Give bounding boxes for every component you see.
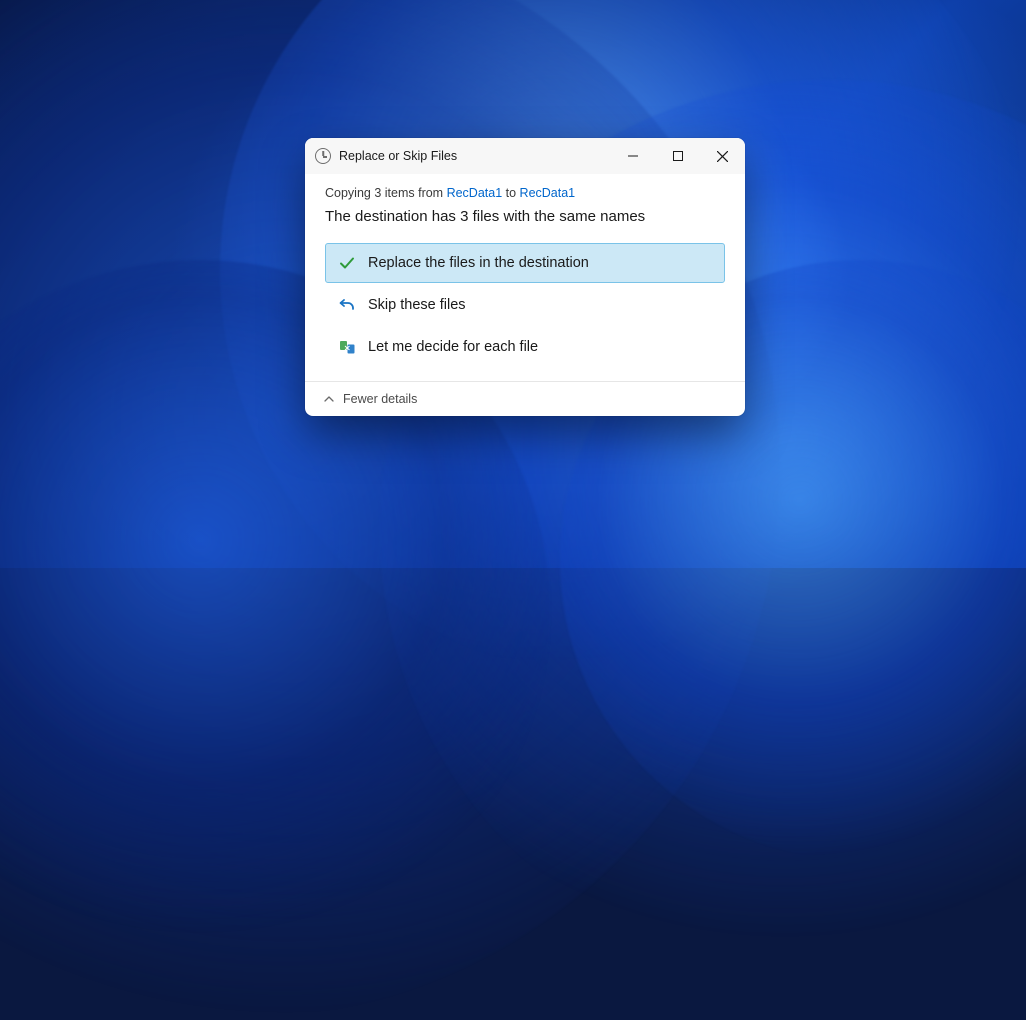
copying-status: Copying 3 items from RecData1 to RecData…	[325, 186, 725, 200]
conflict-headline: The destination has 3 files with the sam…	[325, 208, 725, 225]
copying-mid: to	[502, 186, 519, 200]
replace-label: Replace the files in the destination	[368, 255, 589, 271]
window-controls	[610, 138, 745, 174]
dialog-footer[interactable]: Fewer details	[305, 381, 745, 416]
checkmark-icon	[338, 254, 356, 272]
compare-files-icon	[338, 338, 356, 356]
replace-option[interactable]: Replace the files in the destination	[325, 243, 725, 283]
decide-option[interactable]: Let me decide for each file	[325, 327, 725, 367]
replace-or-skip-dialog: Replace or Skip Files Copying 3 items fr…	[305, 138, 745, 416]
destination-link[interactable]: RecData1	[520, 186, 576, 200]
source-link[interactable]: RecData1	[447, 186, 503, 200]
skip-label: Skip these files	[368, 297, 466, 313]
dialog-title: Replace or Skip Files	[339, 149, 610, 163]
close-button[interactable]	[700, 138, 745, 174]
clock-icon	[315, 148, 331, 164]
dialog-body: Copying 3 items from RecData1 to RecData…	[305, 174, 745, 381]
fewer-details-label: Fewer details	[343, 392, 417, 406]
titlebar: Replace or Skip Files	[305, 138, 745, 174]
undo-icon	[338, 296, 356, 314]
options-list: Replace the files in the destination Ski…	[325, 243, 725, 367]
decide-label: Let me decide for each file	[368, 339, 538, 355]
skip-option[interactable]: Skip these files	[325, 285, 725, 325]
chevron-up-icon	[323, 393, 335, 405]
copying-prefix: Copying 3 items from	[325, 186, 447, 200]
maximize-button[interactable]	[655, 138, 700, 174]
minimize-button[interactable]	[610, 138, 655, 174]
